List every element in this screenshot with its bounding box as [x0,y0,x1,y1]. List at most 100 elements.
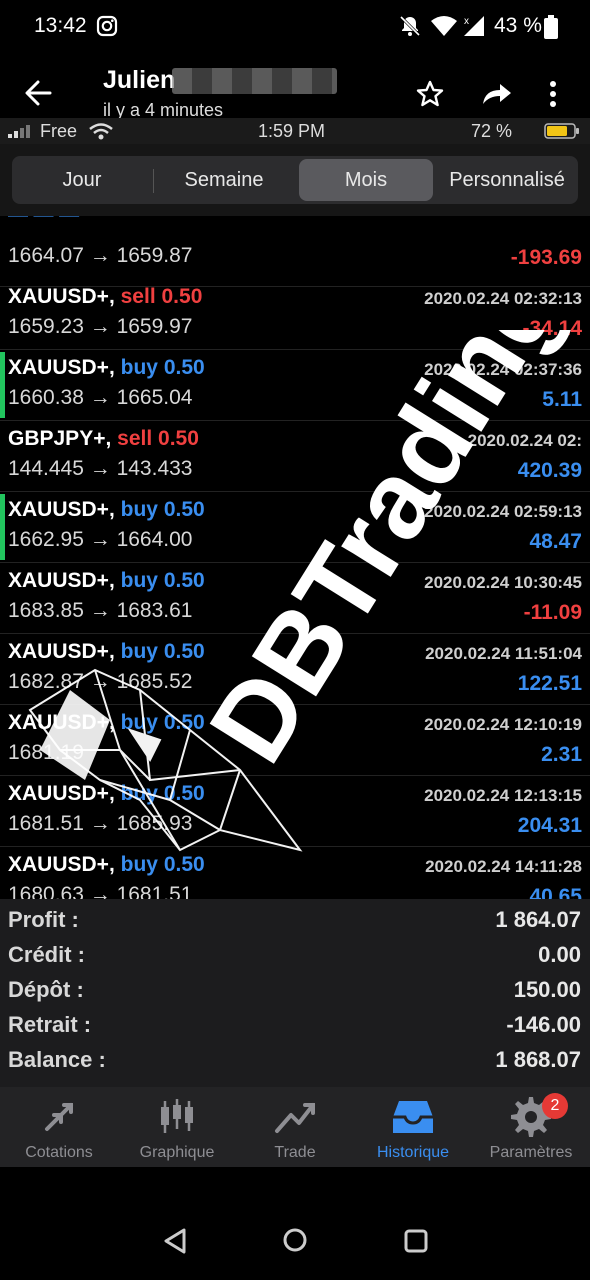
trade-row[interactable]: GBPJPY+, sell 0.50 144.445 → 143.433 2020.… [0,421,590,492]
wifi-icon [431,16,457,36]
period-tab-week[interactable]: Semaine [154,156,294,204]
account-summary: Profit : 1 864.07 Crédit : 0.00 Dépôt : 150.0… [0,899,590,1087]
trade-prices: 1659.23 → 1659.97 [8,315,193,338]
trade-side: buy [120,853,158,876]
trade-symbol: XAUUSD+, buy 0.50 [8,498,205,522]
symbol-name: XAUUSD+, [8,640,115,663]
trade-time: 2020.02.24 02: [467,431,582,450]
trade-side: buy [120,569,158,592]
trade-prices: 1662.95 → 1664.00 [8,528,193,551]
period-tab-custom[interactable]: Personnalisé [436,156,578,204]
battery-icon [544,15,558,39]
history-inbox-icon [393,1101,433,1133]
carrier-name: Free [40,121,78,141]
cell-signal-icon: x [464,16,484,36]
trade-time: 2020.02.24 10:30:45 [424,573,582,592]
trade-row[interactable]: XAUUSD+, buy 0.50 1682.87 → 1685.52 2020.0… [0,634,590,705]
nav-recents-icon[interactable] [403,1228,429,1254]
trade-time: 2020.02.24 12:10:19 [424,715,582,734]
trade-volume: 0.50 [163,782,205,805]
trade-symbol: XAUUSD+, buy 0.50 [8,356,205,380]
symbol-name: XAUUSD+, [8,853,115,876]
trade-row[interactable]: XAUUSD+, sell 0.50 1659.23 → 1659.97 2020.… [0,279,590,350]
trade-volume: 0.50 [161,285,203,308]
summary-row: Balance : 1 868.07 [0,1047,590,1082]
symbol-name: XAUUSD+, [8,711,115,734]
trade-symbol: XAUUSD+, buy 0.50 [8,853,205,877]
trade-volume: 0.50 [163,711,205,734]
summary-label: Crédit : [8,942,85,967]
trade-row[interactable]: XAUUSD+, buy 0.50 1662.95 → 1664.00 2020.0… [0,492,590,563]
summary-value: 1 864.07 [495,907,581,932]
trade-symbol: XAUUSD+, buy 0.50 [8,782,205,806]
trade-row[interactable]: 1664.07 → 1659.87 -193.69 [0,216,590,287]
summary-label: Profit : [8,907,79,932]
system-navigation-bar [0,1167,590,1280]
svg-text:x: x [464,16,469,27]
trade-volume: 0.50 [163,356,205,379]
more-options-icon[interactable] [548,80,558,108]
trade-side: buy [120,498,158,521]
tab-label: Graphique [139,1144,215,1161]
trade-profit: 122.51 [517,672,582,695]
trade-time: 2020.02.24 12:13:15 [424,786,582,805]
trade-row[interactable]: XAUUSD+, buy 0.50 1681.51 → 1685.93 2020.0… [0,776,590,847]
chat-header: Julien il y a 4 minutes [0,52,590,120]
summary-label: Balance : [8,1047,106,1072]
notification-badge: 2 [542,1093,568,1119]
star-icon[interactable] [416,80,444,108]
symbol-name: XAUUSD+, [8,569,115,592]
nav-back-icon[interactable] [162,1227,188,1255]
quotes-arrows-icon [45,1103,73,1131]
summary-row: Crédit : 0.00 [0,942,590,977]
symbol-name: XAUUSD+, [8,782,115,805]
notifications-off-icon [399,15,421,37]
tab-label: Paramètres [489,1144,573,1161]
period-tab-month[interactable]: Mois [299,159,433,201]
nav-home-icon[interactable] [282,1227,308,1253]
redacted-name-blur [172,68,337,94]
symbol-name: GBPJPY+, [8,427,112,450]
forward-icon[interactable] [482,82,512,106]
trade-prices: 144.445 → 143.433 [8,457,193,480]
summary-row: Retrait : -146.00 [0,1012,590,1047]
trade-profit: -193.69 [510,246,582,269]
trade-time: 2020.02.24 02:37:36 [424,360,582,379]
tab-trade[interactable]: Trade [236,1087,354,1167]
trade-prices: 1660.38 → 1665.04 [8,386,193,409]
trade-prices: 1680.63 → 1681.51 [8,883,193,899]
tab-historique[interactable]: Historique [354,1087,472,1167]
trade-row[interactable]: XAUUSD+, buy 0.50 1680.63 → 1681.51 2020.0… [0,847,590,899]
contact-name: Julien [103,66,176,94]
trade-time: 2020.02.24 11:51:04 [425,644,582,663]
trade-profit: -34.14 [522,317,582,340]
battery-percent: 43 % [494,14,542,37]
trade-row[interactable]: XAUUSD+, buy 0.50 1683.85 → 1683.61 2020.0… [0,563,590,634]
trade-row[interactable]: XAUUSD+, buy 0.50 1681.19 2020.02.24 12:10… [0,705,590,776]
tab-parametres[interactable]: 2 Paramètres [472,1087,590,1167]
inner-status-bar: Free 1:59 PM 72 % [0,118,590,144]
open-accent-bar [0,352,5,418]
trade-profit: -11.09 [523,601,582,624]
trade-profit: 48.47 [529,530,582,553]
summary-value: -146.00 [506,1012,581,1037]
tab-graphique[interactable]: Graphique [118,1087,236,1167]
back-arrow-icon[interactable] [24,80,52,106]
inner-battery-percent: 72 % [470,121,512,141]
trade-row[interactable]: XAUUSD+, buy 0.50 1660.38 → 1665.04 2020.0… [0,350,590,421]
period-segmented-control: Jour Semaine Mois Personnalisé [12,156,578,204]
trade-prices: 1681.19 [8,741,84,764]
trade-profit: 40.65 [529,885,582,899]
trade-side: sell [120,285,156,308]
period-tab-day[interactable]: Jour [12,156,152,204]
candlestick-chart-icon [161,1099,193,1133]
tab-label: Trade [274,1144,316,1161]
tab-cotations[interactable]: Cotations [0,1087,118,1167]
summary-value: 150.00 [513,977,581,1002]
trade-profit: 420.39 [517,459,582,482]
trade-prices: 1683.85 → 1683.61 [8,599,193,622]
trade-time: 2020.02.24 02:59:13 [424,502,582,521]
summary-label: Retrait : [8,1012,92,1037]
trade-side: buy [120,782,158,805]
trade-chart-icon [275,1103,315,1133]
